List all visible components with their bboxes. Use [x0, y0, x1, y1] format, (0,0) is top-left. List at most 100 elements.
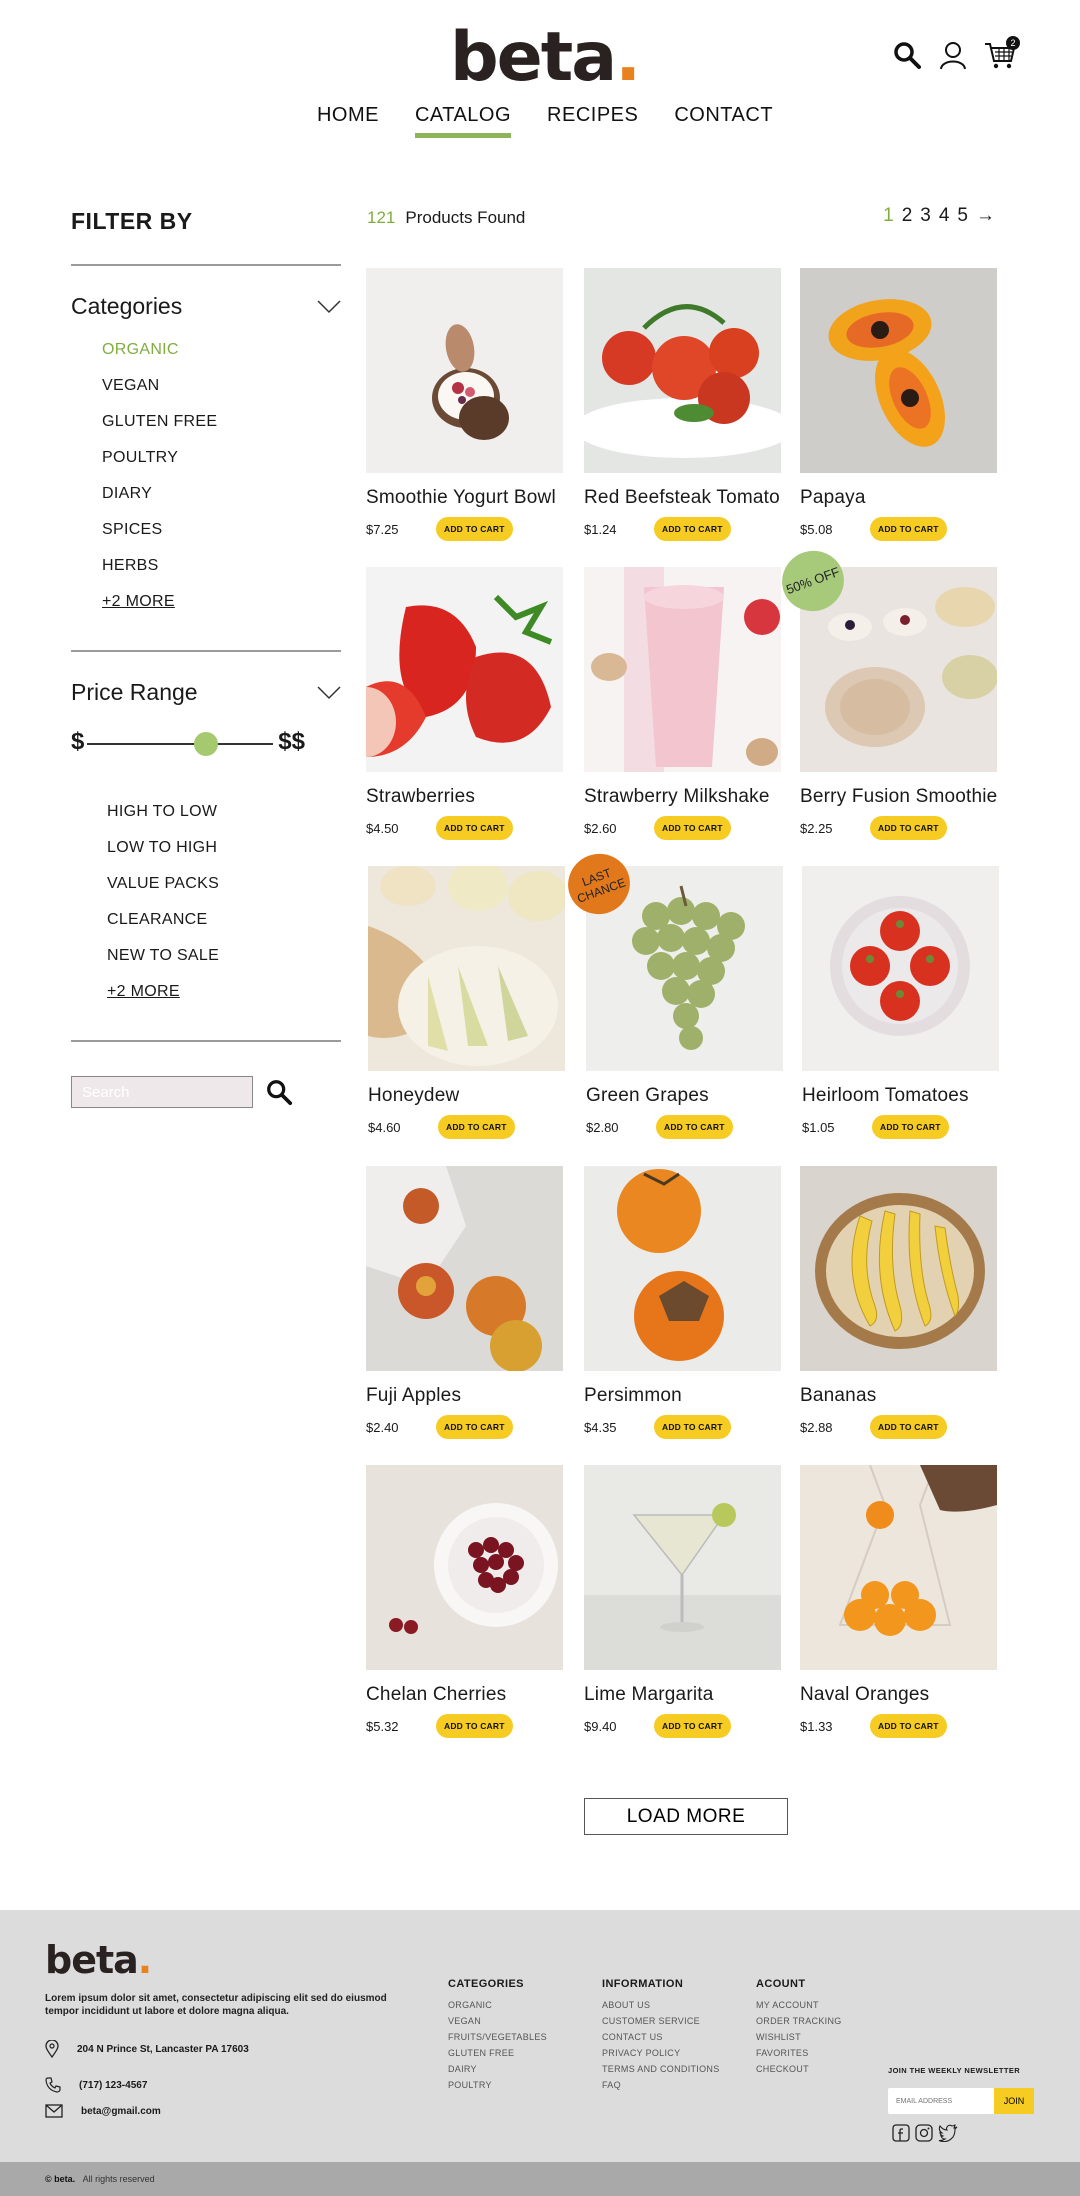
footer-link[interactable]: FRUITS/VEGETABLES	[448, 2032, 547, 2048]
product-image[interactable]	[800, 1166, 997, 1371]
page-5[interactable]: 5	[957, 205, 968, 227]
footer-link[interactable]: PRIVACY POLICY	[602, 2048, 720, 2064]
product-image[interactable]	[584, 567, 781, 772]
category-herbs[interactable]: HERBS	[102, 548, 341, 584]
sort-high-to-low[interactable]: HIGH TO LOW	[107, 794, 341, 830]
search-icon[interactable]	[892, 40, 922, 70]
category-organic[interactable]: ORGANIC	[102, 332, 341, 368]
add-to-cart-button[interactable]: ADD TO CART	[436, 517, 513, 541]
add-to-cart-button[interactable]: ADD TO CART	[870, 517, 947, 541]
footer-link[interactable]: ORDER TRACKING	[756, 2016, 842, 2032]
footer-link[interactable]: DAIRY	[448, 2064, 547, 2080]
product-card[interactable]: Red Beefsteak Tomato $1.24 ADD TO CART	[584, 268, 802, 541]
product-image[interactable]	[366, 1465, 563, 1670]
add-to-cart-button[interactable]: ADD TO CART	[654, 1714, 731, 1738]
twitter-icon[interactable]	[938, 2124, 958, 2142]
category-vegan[interactable]: VEGAN	[102, 368, 341, 404]
product-image[interactable]	[584, 1166, 781, 1371]
page-2[interactable]: 2	[902, 205, 913, 227]
nav-home[interactable]: HOME	[317, 104, 379, 138]
footer-logo[interactable]: beta.	[45, 1938, 152, 1982]
price-range-header[interactable]: Price Range	[71, 679, 341, 706]
load-more-button[interactable]: LOAD MORE	[584, 1798, 788, 1835]
product-card[interactable]: Fuji Apples $2.40 ADD TO CART	[366, 1166, 584, 1439]
footer-link[interactable]: ORGANIC	[448, 2000, 547, 2016]
product-card[interactable]: Papaya $5.08 ADD TO CART	[800, 268, 1018, 541]
product-image[interactable]	[366, 268, 563, 473]
category-diary[interactable]: DIARY	[102, 476, 341, 512]
page-3[interactable]: 3	[920, 205, 931, 227]
nav-catalog[interactable]: CATALOG	[414, 104, 512, 138]
product-image[interactable]	[366, 1166, 563, 1371]
page-1[interactable]: 1	[883, 205, 894, 227]
category-spices[interactable]: SPICES	[102, 512, 341, 548]
product-image[interactable]	[368, 866, 565, 1071]
category-more-link[interactable]: +2 MORE	[102, 584, 341, 620]
sort-more-link[interactable]: +2 MORE	[107, 974, 341, 1010]
add-to-cart-button[interactable]: ADD TO CART	[870, 816, 947, 840]
product-card[interactable]: Naval Oranges $1.33 ADD TO CART	[800, 1465, 1018, 1738]
sort-value-packs[interactable]: VALUE PACKS	[107, 866, 341, 902]
sort-low-to-high[interactable]: LOW TO HIGH	[107, 830, 341, 866]
add-to-cart-button[interactable]: ADD TO CART	[654, 517, 731, 541]
price-slider[interactable]: $ $$	[71, 728, 341, 758]
instagram-icon[interactable]	[915, 2124, 933, 2142]
search-input[interactable]	[71, 1076, 253, 1108]
search-icon[interactable]	[265, 1078, 293, 1106]
footer-link[interactable]: WISHLIST	[756, 2032, 842, 2048]
product-card[interactable]: Honeydew $4.60 ADD TO CART	[368, 866, 586, 1139]
footer-link[interactable]: MY ACCOUNT	[756, 2000, 842, 2016]
category-gluten-free[interactable]: GLUTEN FREE	[102, 404, 341, 440]
slider-track[interactable]	[87, 743, 273, 745]
add-to-cart-button[interactable]: ADD TO CART	[654, 1415, 731, 1439]
slider-handle[interactable]	[194, 732, 219, 756]
product-card[interactable]: Heirloom Tomatoes $1.05 ADD TO CART	[802, 866, 1020, 1139]
product-image[interactable]	[366, 567, 563, 772]
product-image[interactable]	[584, 268, 781, 473]
product-card[interactable]: Strawberry Milkshake $2.60 ADD TO CART	[584, 567, 802, 840]
sort-new-to-sale[interactable]: NEW TO SALE	[107, 938, 341, 974]
footer-link[interactable]: CUSTOMER SERVICE	[602, 2016, 720, 2032]
product-card[interactable]: Strawberries $4.50 ADD TO CART	[366, 567, 584, 840]
add-to-cart-button[interactable]: ADD TO CART	[656, 1115, 733, 1139]
footer-link[interactable]: VEGAN	[448, 2016, 547, 2032]
categories-header[interactable]: Categories	[71, 293, 341, 320]
add-to-cart-button[interactable]: ADD TO CART	[872, 1115, 949, 1139]
product-card[interactable]: Chelan Cherries $5.32 ADD TO CART	[366, 1465, 584, 1738]
add-to-cart-button[interactable]: ADD TO CART	[438, 1115, 515, 1139]
chevron-down-icon[interactable]	[317, 299, 341, 314]
sort-clearance[interactable]: CLEARANCE	[107, 902, 341, 938]
newsletter-email-input[interactable]	[888, 2088, 994, 2114]
add-to-cart-button[interactable]: ADD TO CART	[654, 816, 731, 840]
footer-link[interactable]: CHECKOUT	[756, 2064, 842, 2080]
product-card[interactable]: Green Grapes $2.80 ADD TO CART LAST CHANC…	[559, 845, 804, 1139]
category-poultry[interactable]: POULTRY	[102, 440, 341, 476]
product-card[interactable]: Persimmon $4.35 ADD TO CART	[584, 1166, 802, 1439]
add-to-cart-button[interactable]: ADD TO CART	[870, 1714, 947, 1738]
nav-contact[interactable]: CONTACT	[674, 104, 773, 138]
next-page-arrow-icon[interactable]: →	[976, 205, 995, 227]
footer-link[interactable]: TERMS AND CONDITIONS	[602, 2064, 720, 2080]
product-image[interactable]	[584, 1465, 781, 1670]
facebook-icon[interactable]	[892, 2124, 910, 2142]
footer-link[interactable]: POULTRY	[448, 2080, 547, 2096]
phone-text[interactable]: (717) 123-4567	[79, 2080, 147, 2091]
footer-link[interactable]: CONTACT US	[602, 2032, 720, 2048]
site-logo[interactable]: beta.	[450, 18, 641, 98]
nav-recipes[interactable]: RECIPES	[547, 104, 638, 138]
cart-icon[interactable]: 2	[984, 36, 1020, 70]
product-card[interactable]: Lime Margarita $9.40 ADD TO CART	[584, 1465, 802, 1738]
add-to-cart-button[interactable]: ADD TO CART	[870, 1415, 947, 1439]
footer-link[interactable]: GLUTEN FREE	[448, 2048, 547, 2064]
add-to-cart-button[interactable]: ADD TO CART	[436, 1415, 513, 1439]
product-card[interactable]: Smoothie Yogurt Bowl $7.25 ADD TO CART	[366, 268, 584, 541]
add-to-cart-button[interactable]: ADD TO CART	[436, 1714, 513, 1738]
email-text[interactable]: beta@gmail.com	[81, 2106, 161, 2117]
footer-link[interactable]: FAQ	[602, 2080, 720, 2096]
product-image[interactable]	[802, 866, 999, 1071]
newsletter-join-button[interactable]: JOIN	[994, 2088, 1034, 2114]
page-4[interactable]: 4	[939, 205, 950, 227]
product-card[interactable]: Berry Fusion Smoothie $2.25 ADD TO CART 5…	[773, 542, 1018, 840]
add-to-cart-button[interactable]: ADD TO CART	[436, 816, 513, 840]
product-image[interactable]	[800, 1465, 997, 1670]
